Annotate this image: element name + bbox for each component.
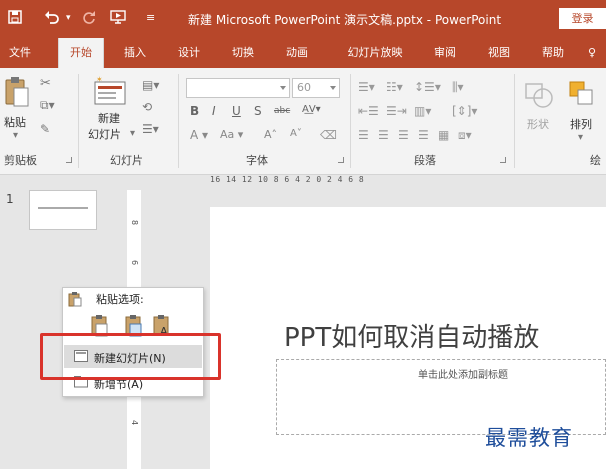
change-case-icon[interactable]: Aa ▾ (220, 128, 243, 141)
undo-icon[interactable] (44, 10, 60, 28)
tell-me-icon[interactable]: ♀ (582, 38, 602, 68)
font-launcher-icon[interactable] (338, 157, 344, 163)
text-direction-icon[interactable]: ⫼▾ (452, 80, 464, 95)
columns-icon[interactable]: ▥▾ (414, 104, 431, 118)
watermark-text: 最需教育 (485, 426, 573, 450)
smartart-icon[interactable]: ⧈▾ (458, 128, 472, 143)
align-right-icon[interactable]: ☰ (398, 128, 409, 142)
slide-thumbnail[interactable] (29, 190, 97, 230)
clipboard-group-label: 剪贴板 (4, 154, 37, 167)
annotation-highlight-box (40, 333, 221, 380)
arrange-icon[interactable] (568, 80, 598, 113)
underline-icon[interactable]: U (232, 104, 241, 118)
new-slide-label-1[interactable]: 新建 (98, 110, 120, 126)
ribbon: 粘贴 ▾ ✂ ⧉▾ ✎ 剪贴板 ✶ 新建 幻灯片 ▾ ▤▾ ⟲ ☰▾ 幻灯片 6… (0, 68, 606, 175)
tab-file[interactable]: 文件 (0, 38, 40, 68)
align-left-icon[interactable]: ☰ (358, 128, 369, 142)
slides-group-label: 幻灯片 (110, 154, 143, 167)
login-button[interactable]: 登录 (559, 8, 606, 29)
paste-icon[interactable] (4, 76, 30, 113)
align-center-icon[interactable]: ☰ (378, 128, 389, 142)
undo-dropdown-icon[interactable]: ▾ (66, 13, 71, 23)
italic-icon[interactable]: I (212, 104, 216, 118)
font-name-input[interactable] (186, 78, 290, 98)
bullets-icon[interactable]: ☰▾ (358, 80, 375, 94)
ribbon-separator (350, 74, 351, 168)
arrange-dropdown-icon[interactable]: ▾ (578, 132, 583, 143)
justify-icon[interactable]: ☰ (418, 128, 429, 142)
layout-icon[interactable]: ▤▾ (142, 78, 159, 92)
document-title: 新建 Microsoft PowerPoint 演示文稿.pptx - Powe… (188, 13, 502, 27)
section-icon[interactable]: ☰▾ (142, 122, 159, 136)
format-painter-icon[interactable]: ✎ (40, 122, 50, 136)
numbering-icon[interactable]: ☷▾ (386, 80, 403, 94)
tab-animations[interactable]: 动画 (274, 38, 320, 68)
character-spacing-icon[interactable]: A͟V▾ (302, 104, 321, 115)
decrease-font-icon[interactable]: A˅ (290, 128, 302, 139)
thumbnail-title-line (38, 207, 88, 209)
redo-icon[interactable] (82, 10, 96, 28)
strikethrough-icon[interactable]: abc (274, 106, 290, 116)
clear-format-icon[interactable]: ⌫ (320, 128, 337, 142)
svg-text:✶: ✶ (96, 76, 103, 84)
chevron-down-icon (330, 86, 336, 90)
title-bar: ▾ ≡ 新建 Microsoft PowerPoint 演示文稿.pptx - … (0, 0, 606, 38)
distributed-icon[interactable]: ▦ (438, 128, 449, 142)
tab-help[interactable]: 帮助 (530, 38, 576, 68)
font-size-value: 60 (297, 81, 311, 94)
shadow-icon[interactable]: S (254, 104, 262, 118)
tab-transitions[interactable]: 切换 (220, 38, 266, 68)
increase-indent-icon[interactable]: ☰⇥ (386, 104, 407, 118)
customize-toolbar-icon[interactable]: ≡ (146, 11, 155, 24)
tab-review[interactable]: 审阅 (422, 38, 468, 68)
align-text-icon[interactable]: [⇕]▾ (452, 104, 477, 118)
paste-label[interactable]: 粘贴 (4, 114, 26, 130)
font-group-label: 字体 (246, 154, 268, 167)
bold-icon[interactable]: B (190, 104, 199, 118)
ribbon-separator (78, 74, 79, 168)
tab-home[interactable]: 开始 (58, 38, 104, 68)
arrange-label[interactable]: 排列 (570, 116, 592, 132)
shapes-label[interactable]: 形状 (527, 116, 549, 132)
tab-insert[interactable]: 插入 (112, 38, 158, 68)
slide-number: 1 (6, 192, 14, 206)
ribbon-separator (514, 74, 515, 168)
slide-title[interactable]: PPT如何取消自动播放 (284, 317, 539, 354)
paste-options-label: 粘贴选项: (96, 293, 144, 306)
reset-icon[interactable]: ⟲ (142, 100, 152, 114)
ribbon-tabs: 文件 开始 插入 设计 切换 动画 幻灯片放映 审阅 视图 帮助 ♀ (0, 38, 606, 68)
horizontal-ruler: 16 14 12 10 8 6 4 2 0 2 4 6 8 (210, 175, 365, 184)
tab-slideshow[interactable]: 幻灯片放映 (330, 38, 420, 68)
new-slide-label-2[interactable]: 幻灯片 (88, 126, 121, 142)
paragraph-group-label: 段落 (414, 154, 436, 167)
cut-icon[interactable]: ✂ (40, 76, 51, 91)
ruler-tick: 6 (130, 260, 139, 266)
ruler-tick: 4 (130, 420, 139, 426)
ruler-tick: 8 (130, 220, 139, 226)
clipboard-launcher-icon[interactable] (66, 157, 72, 163)
font-color-icon[interactable]: A ▾ (190, 128, 208, 142)
start-slideshow-icon[interactable] (110, 10, 126, 28)
chevron-down-icon (280, 86, 286, 90)
tab-design[interactable]: 设计 (166, 38, 212, 68)
new-slide-icon[interactable]: ✶ (94, 75, 128, 109)
paragraph-launcher-icon[interactable] (500, 157, 506, 163)
line-spacing-icon[interactable]: ↕☰▾ (414, 80, 441, 94)
paste-options-icon (68, 291, 82, 307)
tab-view[interactable]: 视图 (476, 38, 522, 68)
font-size-input[interactable]: 60 (292, 78, 340, 98)
new-slide-dropdown-icon[interactable]: ▾ (130, 128, 135, 139)
decrease-indent-icon[interactable]: ⇤☰ (358, 104, 379, 118)
paste-dropdown-icon[interactable]: ▾ (13, 130, 18, 141)
increase-font-icon[interactable]: A˄ (264, 128, 277, 141)
drawing-group-label: 绘 (590, 154, 601, 167)
subtitle-placeholder-text[interactable]: 单击此处添加副标题 (418, 366, 508, 381)
copy-icon[interactable]: ⧉▾ (40, 98, 55, 113)
save-icon[interactable] (8, 10, 22, 28)
ribbon-separator (178, 74, 179, 168)
shapes-icon[interactable] (524, 80, 554, 113)
